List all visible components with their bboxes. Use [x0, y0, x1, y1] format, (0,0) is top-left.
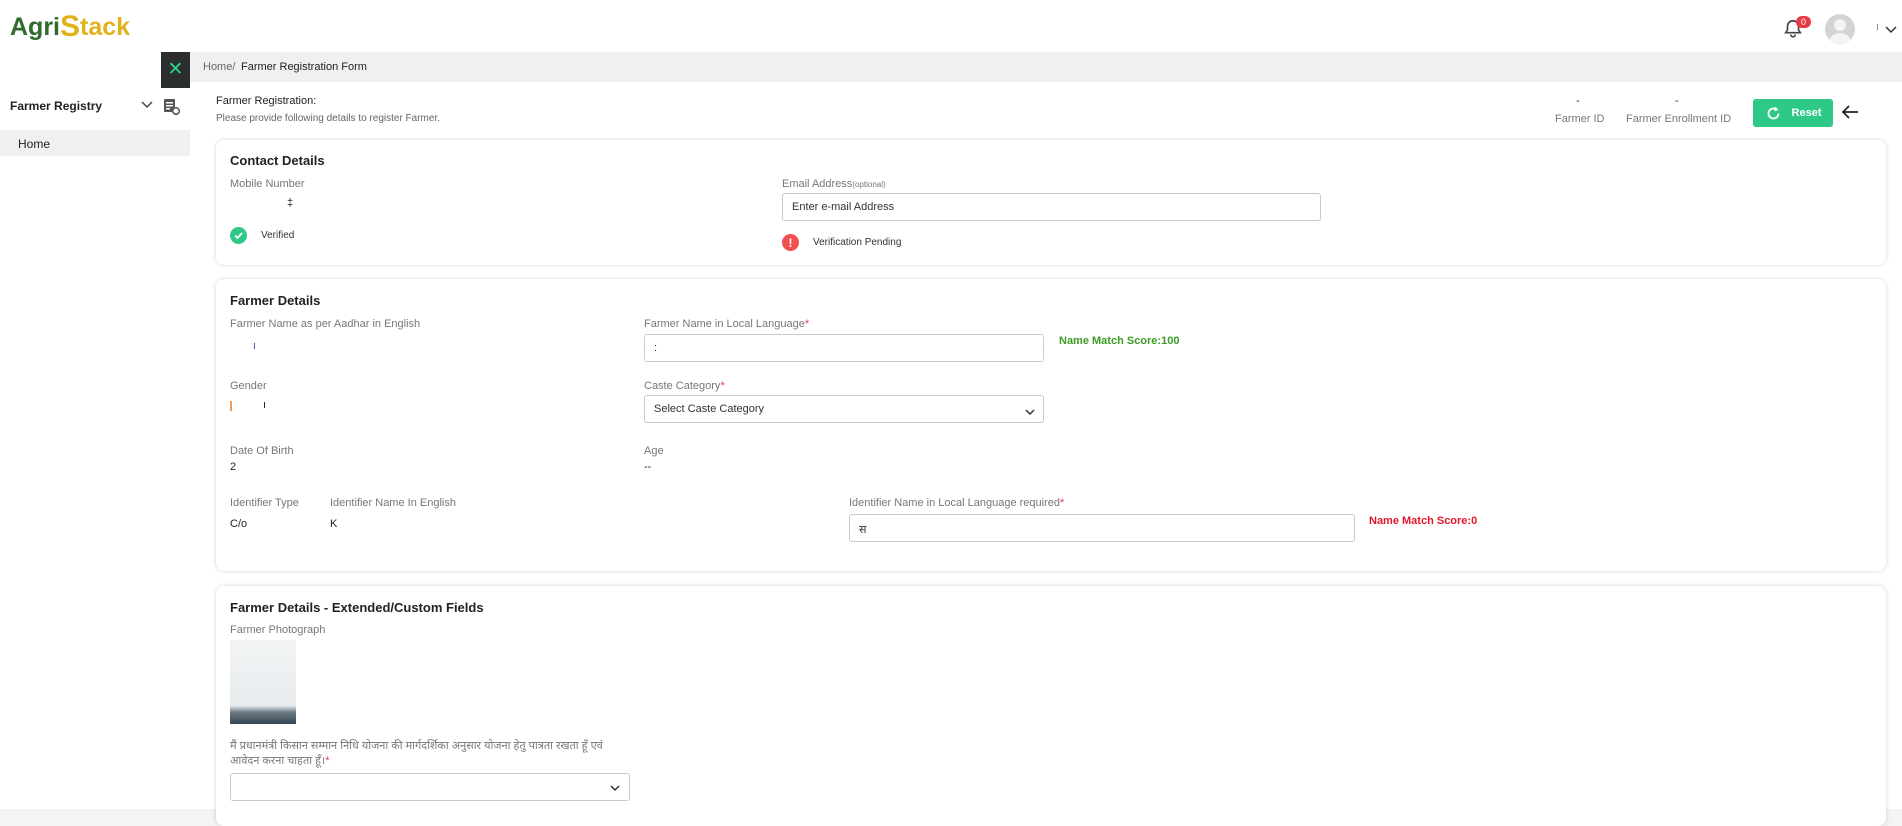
sidebar	[0, 52, 190, 809]
enrollment-id-value: -	[1675, 95, 1679, 107]
caste-category-select[interactable]: Select Caste Category	[644, 395, 1044, 423]
refresh-icon	[1767, 106, 1779, 119]
reset-label: Reset	[1791, 107, 1822, 119]
email-verification-status: ! Verification Pending	[782, 234, 901, 251]
email-label: Email Address(optional)	[782, 178, 886, 190]
email-optional-tag: (optional)	[852, 180, 886, 189]
pm-kisan-eligibility-select[interactable]	[230, 773, 630, 801]
gender-value: ı	[263, 399, 267, 411]
verification-pending-text: Verification Pending	[813, 237, 902, 248]
age-value: --	[644, 461, 652, 469]
logo-text-s: S	[60, 10, 81, 43]
chevron-down-icon	[1025, 409, 1035, 416]
logo-text-agri: Agri	[10, 12, 60, 41]
identifier-name-match-score: Name Match Score:0	[1369, 515, 1478, 527]
farmer-name-english-value: ı	[253, 340, 257, 352]
dob-label: Date Of Birth	[230, 445, 294, 457]
reset-button[interactable]: Reset	[1753, 99, 1833, 127]
identifier-type-label: Identifier Type	[230, 497, 299, 509]
logo-text-tack: tack	[80, 12, 131, 41]
farmer-name-local-label: Farmer Name in Local Language*	[644, 318, 810, 330]
user-avatar[interactable]	[1825, 14, 1855, 44]
identifier-name-local-input[interactable]: स	[849, 514, 1355, 542]
mobile-verified-status: Verified	[230, 227, 294, 244]
gender-label: Gender	[230, 380, 267, 392]
user-name: ı	[1876, 21, 1880, 33]
name-match-score: Name Match Score:100	[1059, 335, 1180, 347]
sidebar-title[interactable]: Farmer Registry	[10, 99, 102, 113]
alert-icon: !	[782, 234, 799, 251]
pm-kisan-eligibility-label: मैं प्रधानमंत्री किसान सम्मान निधि योजना…	[230, 740, 603, 767]
sidebar-item-home[interactable]: Home	[0, 130, 190, 156]
dob-value: 2	[230, 461, 237, 473]
list-settings-icon[interactable]	[162, 97, 180, 115]
mobile-number-value: ‡	[287, 197, 294, 209]
farmer-photograph[interactable]	[230, 640, 296, 724]
farmer-name-local-input[interactable]: :	[644, 334, 1044, 362]
farmer-name-english-label: Farmer Name as per Aadhar in English	[230, 318, 421, 330]
extended-fields-title: Farmer Details - Extended/Custom Fields	[230, 600, 484, 615]
sidebar-item-label: Home	[18, 137, 51, 151]
identifier-name-english-value: K	[330, 518, 338, 530]
identifier-name-local-value: स	[859, 524, 867, 536]
identifier-name-local-label: Identifier Name in Local Language requir…	[849, 497, 1065, 509]
mobile-number-label: Mobile Number	[230, 178, 305, 190]
page-subtitle: Please provide following details to regi…	[216, 113, 440, 124]
back-arrow-icon[interactable]	[1838, 100, 1862, 124]
farmer-photograph-label: Farmer Photograph	[230, 624, 326, 636]
top-bar: Agri S tack 0 ı	[0, 0, 1902, 52]
breadcrumb-home-link[interactable]: Home/	[203, 61, 235, 73]
notification-count-badge: 0	[1796, 16, 1811, 28]
identifier-type-value: C/o	[230, 518, 248, 530]
agristack-logo[interactable]: Agri S tack	[10, 10, 130, 44]
farmer-name-local-value: :	[654, 342, 658, 354]
page-title: Farmer Registration:	[216, 95, 317, 107]
caste-category-label: Caste Category*	[644, 380, 725, 392]
age-label: Age	[644, 445, 664, 457]
email-input[interactable]: Enter e-mail Address	[782, 193, 1321, 221]
breadcrumb-current: Farmer Registration Form	[241, 61, 367, 73]
gender-marker	[230, 401, 232, 411]
verified-text: Verified	[261, 230, 295, 241]
farmer-details-title: Farmer Details	[230, 293, 321, 308]
check-icon	[230, 227, 247, 244]
chevron-down-icon[interactable]	[1884, 22, 1898, 36]
chevron-down-icon[interactable]	[140, 99, 154, 111]
identifier-name-english-label: Identifier Name In English	[330, 497, 456, 509]
contact-details-title: Contact Details	[230, 153, 325, 168]
sidebar-toggle-close-button[interactable]: ✕	[161, 52, 190, 88]
breadcrumb: Home/ Farmer Registration Form	[190, 52, 1902, 82]
chevron-down-icon	[610, 785, 620, 792]
farmer-id-value: -	[1576, 95, 1580, 107]
caste-category-placeholder: Select Caste Category	[654, 403, 765, 415]
email-placeholder: Enter e-mail Address	[792, 201, 895, 213]
farmer-id-label: Farmer ID	[1555, 113, 1605, 125]
enrollment-id-label: Farmer Enrollment ID	[1626, 113, 1732, 125]
